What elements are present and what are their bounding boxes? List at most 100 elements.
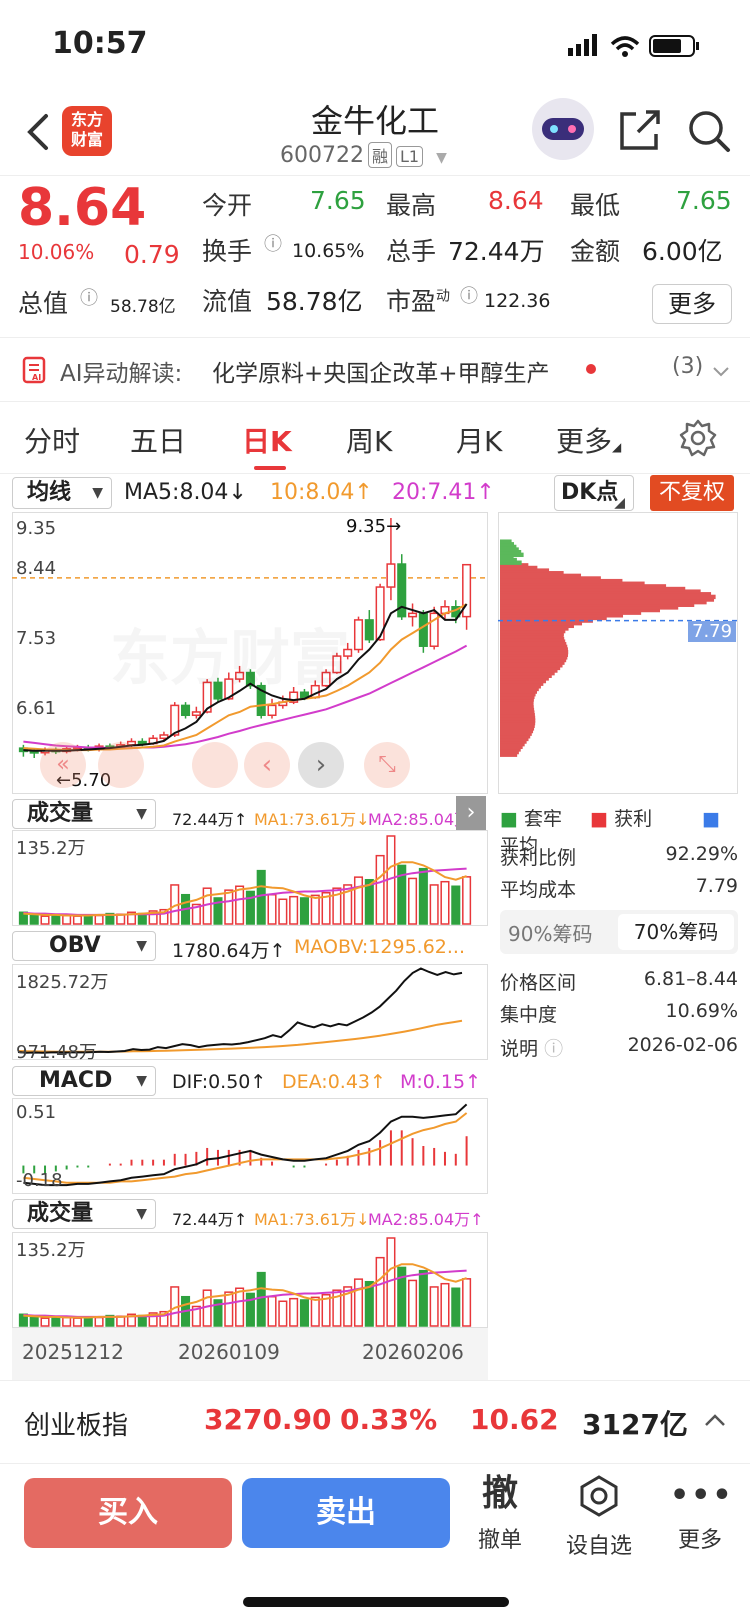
volume-select[interactable]: 成交量 ▼ xyxy=(12,799,156,829)
indicator-select[interactable]: 均线 ▼ xyxy=(12,477,112,509)
tab-fenshi[interactable]: 分时 xyxy=(24,420,80,460)
stock-code-row[interactable]: 600722 融 L1 ▼ xyxy=(280,142,447,168)
volume2-legend: 72.44万↑ xyxy=(172,1210,248,1229)
tab-more[interactable]: 更多◢ xyxy=(556,420,621,460)
open-value: 7.65 xyxy=(310,186,366,215)
chevron-up-icon[interactable] xyxy=(704,1413,726,1427)
adjust-button[interactable]: 不复权 xyxy=(650,475,734,511)
low-value: 7.65 xyxy=(676,186,732,215)
tab-daily-k[interactable]: 日K xyxy=(242,420,292,460)
search-icon[interactable] xyxy=(686,108,732,154)
volume-bar xyxy=(62,914,72,925)
tab-more-label: 更多 xyxy=(556,425,613,458)
gear-icon[interactable] xyxy=(678,418,718,458)
candle xyxy=(418,612,428,647)
macd-chart[interactable] xyxy=(12,1098,488,1194)
tab-chip-70[interactable]: 70%筹码 xyxy=(618,914,734,950)
tab-five-day[interactable]: 五日 xyxy=(130,420,186,460)
volume-bar xyxy=(310,1296,320,1327)
macd-m-legend: M:0.15↑ xyxy=(400,1071,482,1093)
chip-tab-group: 90%筹码 70%筹码 xyxy=(500,910,738,954)
info-icon[interactable]: ⓘ xyxy=(544,1038,563,1060)
period-tabs: 分时 五日 日K 周K 月K 更多◢ xyxy=(0,402,750,474)
volume-bar xyxy=(51,914,61,925)
float-value: 58.78亿 xyxy=(266,287,363,316)
date-label-3: 20260206 xyxy=(362,1340,464,1364)
chevron-right-icon[interactable]: › xyxy=(456,796,486,830)
volume-legend: 72.44万↑ xyxy=(172,810,248,829)
info-icon[interactable]: ⓘ xyxy=(460,282,478,308)
chip-distribution-chart[interactable] xyxy=(498,512,738,794)
more-button[interactable]: 更多 xyxy=(652,284,732,324)
volume-bar xyxy=(94,914,104,925)
buy-button[interactable]: 买入 xyxy=(24,1478,232,1548)
unread-dot xyxy=(586,364,596,374)
volume-bar xyxy=(40,915,50,925)
macd-bottom-label: -0.18 xyxy=(16,1170,63,1191)
obv-legend: 1780.64万↑ xyxy=(172,940,286,962)
rewind-button[interactable]: « xyxy=(40,742,86,788)
chip-current-price: 7.79 xyxy=(688,621,737,642)
volume-bar xyxy=(451,885,461,925)
volume-bar xyxy=(375,854,385,925)
share-icon[interactable] xyxy=(618,108,662,152)
high-label: 最高 xyxy=(386,191,437,220)
chevron-down-icon xyxy=(713,367,729,377)
zoom-out-button[interactable] xyxy=(98,742,144,788)
volume-bar xyxy=(289,1297,299,1327)
wifi-icon xyxy=(610,36,640,57)
obv-select[interactable]: OBV ▼ xyxy=(12,931,156,961)
battery-icon xyxy=(649,35,699,57)
info-icon[interactable]: ⓘ xyxy=(264,230,282,256)
high-value: 8.64 xyxy=(488,186,544,215)
volume-bar xyxy=(440,1282,450,1327)
expand-icon[interactable]: ⤡ xyxy=(364,742,410,788)
tab-monthly-k[interactable]: 月K xyxy=(456,420,502,460)
index-value: 3270.90 xyxy=(204,1403,332,1436)
ai-insight-bar[interactable]: AI AI异动解读: 化学原料+央国企改革+甲醇生产 (3) xyxy=(0,338,750,402)
volume-bar xyxy=(408,877,418,925)
dif-legend: DIF:0.50↑ xyxy=(172,1071,267,1093)
active-tab-indicator xyxy=(254,466,286,470)
robot-avatar-icon[interactable] xyxy=(532,98,594,160)
mktcap-label: 总值 xyxy=(18,289,69,318)
volume-bar xyxy=(299,897,309,925)
candle xyxy=(386,563,396,588)
open-label: 今开 xyxy=(202,191,253,220)
volume-bar xyxy=(256,1271,266,1327)
volume-bar xyxy=(51,1316,61,1327)
sell-button[interactable]: 卖出 xyxy=(242,1478,450,1548)
dk-select[interactable]: DK点 ◢ xyxy=(554,475,634,511)
tab-chip-90[interactable]: 90%筹码 xyxy=(508,918,592,947)
macd-select[interactable]: MACD ▼ xyxy=(12,1066,156,1096)
index-change: 10.62 xyxy=(470,1403,559,1436)
volume-bar xyxy=(235,1287,245,1327)
volume-bar xyxy=(40,1317,50,1327)
add-watchlist-button[interactable]: 设自选 xyxy=(560,1474,638,1560)
info-icon[interactable]: ⓘ xyxy=(80,284,98,310)
chip-date: 2026-02-06 xyxy=(627,1034,738,1056)
more-actions-button[interactable]: ••• 更多 xyxy=(670,1474,732,1554)
volume-bar xyxy=(429,1286,439,1327)
chevron-left-icon[interactable]: ‹ xyxy=(244,742,290,788)
volume-bar xyxy=(418,1269,428,1327)
volume-select-2[interactable]: 成交量 ▼ xyxy=(12,1199,156,1229)
y-label-4: 6.61 xyxy=(16,698,57,719)
volume2-ma2-legend: MA2:85.04万↑ xyxy=(368,1210,484,1229)
volume-bar xyxy=(429,884,439,925)
candle xyxy=(353,619,364,651)
watermark: 东方财富 xyxy=(110,610,350,697)
candle xyxy=(408,612,418,618)
low-label: 最低 xyxy=(570,191,621,220)
status-time: 10:57 xyxy=(52,26,148,61)
signal-icon xyxy=(568,34,597,56)
volume2-ma1-legend: MA1:73.61万↓ xyxy=(254,1210,370,1229)
chevron-right-icon[interactable]: › xyxy=(298,742,344,788)
dea-line xyxy=(23,1112,468,1184)
price-range-value: 6.81–8.44 xyxy=(643,968,738,990)
tab-weekly-k[interactable]: 周K xyxy=(346,420,392,460)
cancel-order-button[interactable]: 撤 撤单 xyxy=(470,1474,530,1554)
zoom-in-button[interactable] xyxy=(192,742,238,788)
index-percent: 0.33% xyxy=(340,1403,438,1436)
index-ticker[interactable]: 创业板指 3270.90 0.33% 10.62 3127亿 xyxy=(0,1380,750,1464)
